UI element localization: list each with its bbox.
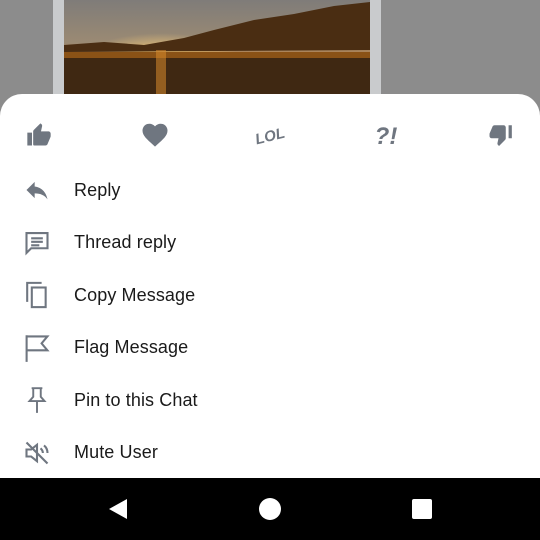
reaction-bar: LOL ?!: [0, 110, 540, 160]
thumbs-up-reaction[interactable]: [22, 118, 56, 152]
interrobang-icon: ?!: [374, 123, 397, 150]
recents-button[interactable]: [410, 497, 434, 521]
heart-icon: [142, 123, 167, 147]
home-icon: [259, 498, 281, 520]
system-navigation-bar: [0, 478, 540, 540]
menu-item-label: Copy Message: [74, 284, 196, 305]
menu-item-flag-message[interactable]: Flag Message: [0, 322, 540, 375]
menu-item-label: Flag Message: [74, 337, 189, 358]
back-icon: [109, 499, 127, 519]
menu-item-label: Mute User: [74, 442, 158, 463]
home-button[interactable]: [258, 497, 282, 521]
thumbs-down-icon: [489, 125, 512, 146]
menu-item-pin-to-chat[interactable]: Pin to this Chat: [0, 374, 540, 427]
reply-icon: [22, 175, 52, 205]
menu-item-reply[interactable]: Reply: [0, 164, 540, 217]
screen: LOL ?! Reply Thread reply Copy Message F…: [0, 0, 540, 540]
thumbs-up-icon: [27, 123, 51, 146]
back-button[interactable]: [106, 497, 130, 521]
thread-reply-icon: [22, 228, 52, 258]
mute-icon: [22, 438, 52, 468]
menu-item-label: Reply: [74, 179, 121, 200]
recents-icon: [412, 499, 432, 519]
svg-text:LOL: LOL: [254, 125, 287, 149]
menu-item-copy-message[interactable]: Copy Message: [0, 269, 540, 322]
copy-icon: [22, 280, 52, 310]
thumbs-down-reaction[interactable]: [484, 118, 518, 152]
menu-item-label: Pin to this Chat: [74, 389, 198, 410]
lol-reaction[interactable]: LOL: [253, 118, 287, 152]
actions-menu: Reply Thread reply Copy Message Flag Mes…: [0, 164, 540, 479]
background-sunset-photo: [64, 0, 370, 95]
menu-item-thread-reply[interactable]: Thread reply: [0, 217, 540, 270]
menu-item-mute-user[interactable]: Mute User: [0, 427, 540, 480]
menu-item-label: Thread reply: [74, 232, 177, 253]
svg-text:?!: ?!: [374, 123, 397, 150]
heart-reaction[interactable]: [138, 118, 172, 152]
flag-icon: [22, 333, 52, 363]
message-actions-sheet: LOL ?! Reply Thread reply Copy Message F…: [0, 94, 540, 478]
interrobang-reaction[interactable]: ?!: [369, 118, 403, 152]
pin-icon: [22, 385, 52, 415]
lol-icon: LOL: [254, 125, 287, 149]
